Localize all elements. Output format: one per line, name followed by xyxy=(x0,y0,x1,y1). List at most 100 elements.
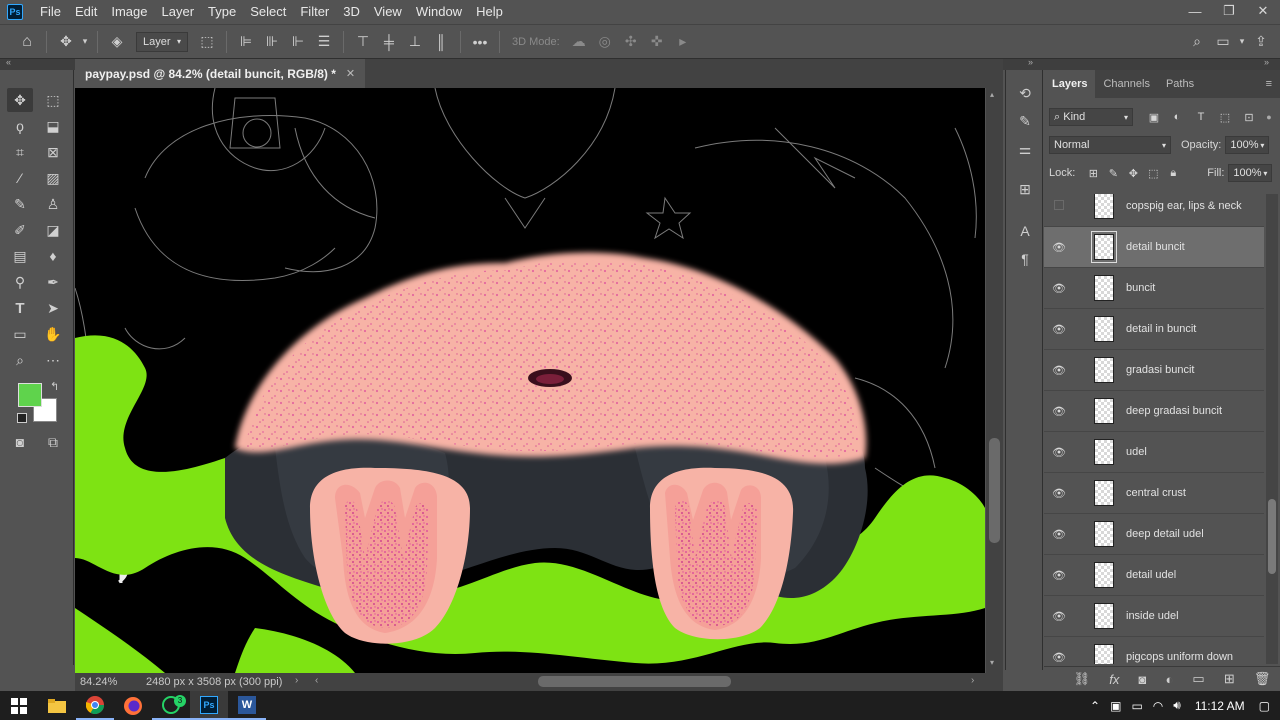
smart-object-filter-icon[interactable]: ⊡ xyxy=(1237,111,1261,124)
photoshop-taskbar-icon[interactable]: Ps xyxy=(190,691,228,720)
eyedropper-tool-icon[interactable]: ⁄ xyxy=(7,166,33,190)
close-button[interactable]: ✕ xyxy=(1246,0,1280,22)
whatsapp-icon[interactable]: 3 xyxy=(152,691,190,720)
crop-tool-icon[interactable]: ⌗ xyxy=(7,140,33,164)
history-panel-icon[interactable]: ⟲ xyxy=(1013,82,1037,104)
menu-edit[interactable]: Edit xyxy=(68,0,104,24)
lock-all-icon[interactable]: 🔒︎ xyxy=(1163,167,1183,180)
notifications-icon[interactable]: ▢ xyxy=(1259,699,1270,713)
panel-menu-icon[interactable]: ≡ xyxy=(1258,70,1280,98)
quick-select-tool-icon[interactable]: ⬓ xyxy=(40,114,66,138)
quick-mask-icon[interactable]: ◙ xyxy=(7,430,33,454)
layer-row-udel[interactable]: 👁︎ udel xyxy=(1044,432,1264,473)
menu-type[interactable]: Type xyxy=(201,0,243,24)
distribute-vertical-icon[interactable]: ║ xyxy=(428,34,454,50)
auto-select-target-dropdown[interactable]: Layer ▾ xyxy=(136,31,188,52)
eye-icon[interactable]: 👁︎ xyxy=(1044,405,1074,418)
layer-row-central-crust[interactable]: 👁︎ central crust xyxy=(1044,473,1264,514)
swap-colors-icon[interactable]: ↰ xyxy=(50,380,59,393)
menu-3d[interactable]: 3D xyxy=(336,0,367,24)
eye-icon[interactable]: 👁︎ xyxy=(1044,528,1074,541)
vertical-scroll-thumb[interactable] xyxy=(989,438,1000,543)
wifi-icon[interactable]: ◠ xyxy=(1153,699,1163,713)
visibility-toggle[interactable] xyxy=(1044,199,1074,213)
lock-transparency-icon[interactable]: ⊞ xyxy=(1083,167,1103,180)
zoom-tool-icon[interactable]: ⌕ xyxy=(7,348,33,372)
canvas[interactable] xyxy=(75,88,985,673)
default-colors-icon[interactable] xyxy=(17,413,27,423)
clone-stamp-tool-icon[interactable]: ♙ xyxy=(40,192,66,216)
healing-brush-tool-icon[interactable]: ▨ xyxy=(40,166,66,190)
layer-row-deep-detail-udel[interactable]: 👁︎ deep detail udel xyxy=(1044,514,1264,555)
menu-help[interactable]: Help xyxy=(469,0,510,24)
brush-tool-icon[interactable]: ✎ xyxy=(7,192,33,216)
layer-row-pigcops-uniform-down[interactable]: 👁︎ pigcops uniform down xyxy=(1044,637,1264,664)
menu-select[interactable]: Select xyxy=(243,0,293,24)
pen-tool-icon[interactable]: ✒ xyxy=(40,270,66,294)
close-tab-button[interactable]: ✕ xyxy=(346,67,355,80)
word-taskbar-icon[interactable]: W xyxy=(228,691,266,720)
collapse-left-icon[interactable]: « xyxy=(6,57,11,67)
eye-icon[interactable]: 👁︎ xyxy=(1044,610,1074,623)
transform-controls-icon[interactable]: ⬚ xyxy=(194,33,220,50)
minimize-button[interactable]: — xyxy=(1178,0,1212,22)
lock-position-icon[interactable]: ✥ xyxy=(1123,167,1143,180)
blur-tool-icon[interactable]: ♦ xyxy=(40,244,66,268)
link-layers-icon[interactable]: ⛓︎ xyxy=(1074,671,1091,687)
menu-file[interactable]: File xyxy=(33,0,68,24)
eye-icon[interactable]: 👁︎ xyxy=(1044,651,1074,664)
chevron-down-icon[interactable]: ▾ xyxy=(1236,36,1248,47)
eye-icon[interactable]: 👁︎ xyxy=(1044,241,1074,254)
fill-field[interactable]: 100% ▾ xyxy=(1228,164,1273,182)
character-panel-icon[interactable]: A xyxy=(1013,220,1037,242)
new-layer-icon[interactable]: ⊞ xyxy=(1224,671,1235,687)
scroll-right-icon[interactable]: › xyxy=(971,675,974,686)
brush-settings-icon[interactable]: ✎ xyxy=(1013,110,1037,132)
hand-tool-icon[interactable]: ✋ xyxy=(40,322,66,346)
adjustments-panel-icon[interactable]: ⚌ xyxy=(1013,138,1037,160)
type-filter-icon[interactable]: T xyxy=(1189,111,1213,123)
filter-toggle-icon[interactable]: ● xyxy=(1261,112,1277,122)
status-menu-icon[interactable]: › xyxy=(295,675,298,686)
layer-row-copspig-ear[interactable]: copspig ear, lips & neck xyxy=(1044,194,1264,227)
eye-icon[interactable]: 👁︎ xyxy=(1044,323,1074,336)
screen-mode-icon[interactable]: ⧉ xyxy=(40,430,66,454)
history-brush-tool-icon[interactable]: ✐ xyxy=(7,218,33,242)
adjustment-layer-icon[interactable]: ◐ xyxy=(1165,672,1173,687)
eye-icon[interactable]: 👁︎ xyxy=(1044,282,1074,295)
menu-layer[interactable]: Layer xyxy=(155,0,202,24)
lasso-tool-icon[interactable]: ϙ xyxy=(7,114,33,138)
layers-scroll-thumb[interactable] xyxy=(1268,499,1276,574)
restore-button[interactable]: ❐ xyxy=(1212,0,1246,22)
align-middle-icon[interactable]: ╪ xyxy=(376,34,402,50)
menu-view[interactable]: View xyxy=(367,0,409,24)
libraries-panel-icon[interactable]: ⊞ xyxy=(1013,178,1037,200)
distribute-icon[interactable]: ☰ xyxy=(311,33,337,50)
layer-row-detail-buncit[interactable]: 👁︎ detail buncit xyxy=(1044,227,1264,268)
marquee-tool-icon[interactable]: ⬚ xyxy=(40,88,66,112)
layer-row-deep-gradasi-buncit[interactable]: 👁︎ deep gradasi buncit xyxy=(1044,391,1264,432)
scroll-down-icon[interactable]: ▾ xyxy=(990,658,994,667)
volume-icon[interactable]: 🔊︎ xyxy=(1173,698,1181,713)
type-tool-icon[interactable]: T xyxy=(7,296,33,320)
align-right-icon[interactable]: ⊩ xyxy=(285,33,311,50)
battery-icon[interactable]: ▭ xyxy=(1131,699,1142,713)
layer-row-gradasi-buncit[interactable]: 👁︎ gradasi buncit xyxy=(1044,350,1264,391)
workspace-icon[interactable]: ▭ xyxy=(1210,33,1236,50)
show-hidden-icons-icon[interactable]: ⌃ xyxy=(1090,699,1100,713)
group-folder-icon[interactable]: ▭ xyxy=(1192,671,1204,687)
lock-image-icon[interactable]: ✎ xyxy=(1103,167,1123,180)
path-selection-tool-icon[interactable]: ➤ xyxy=(40,296,66,320)
menu-window[interactable]: Window xyxy=(409,0,469,24)
menu-image[interactable]: Image xyxy=(104,0,154,24)
blend-mode-dropdown[interactable]: Normal ▾ xyxy=(1049,136,1171,154)
pixel-filter-icon[interactable]: ▣ xyxy=(1143,111,1165,124)
file-explorer-icon[interactable] xyxy=(38,691,76,720)
lock-artboard-icon[interactable]: ⬚ xyxy=(1143,167,1163,180)
layer-row-detail-in-buncit[interactable]: 👁︎ detail in buncit xyxy=(1044,309,1264,350)
chrome-icon[interactable] xyxy=(76,691,114,720)
more-tools-icon[interactable]: ⋯ xyxy=(40,348,66,372)
layers-scrollbar[interactable] xyxy=(1266,194,1278,664)
more-options-button[interactable]: ••• xyxy=(467,34,493,50)
frame-tool-icon[interactable]: ⊠ xyxy=(40,140,66,164)
